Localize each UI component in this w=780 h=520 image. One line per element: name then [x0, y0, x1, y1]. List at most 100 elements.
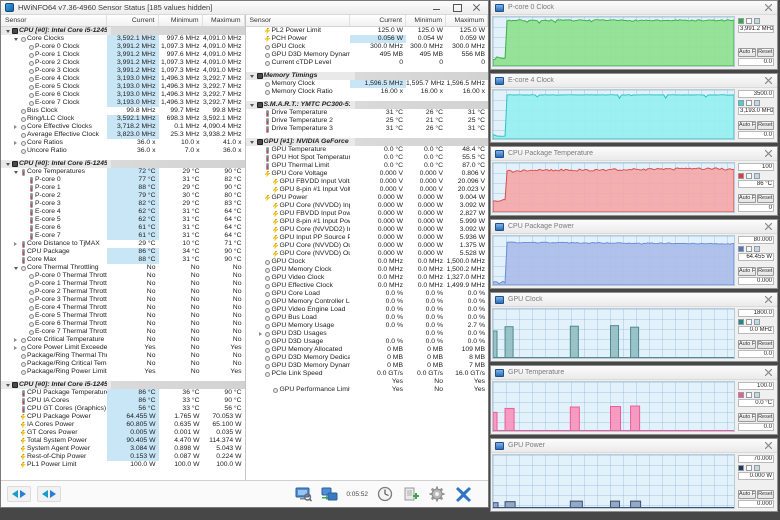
sensor-row[interactable]: IA Cores Power60.805 W0.635 W65.100 W — [1, 421, 245, 429]
sensor-row[interactable]: E-core 761 °C31 °C64 °C — [1, 232, 245, 240]
close-icon[interactable] — [763, 295, 773, 305]
sensor-row[interactable]: CPU Package Temperature86 °C36 °C90 °C — [1, 389, 245, 397]
y-max-input[interactable]: 100.0 — [738, 382, 774, 390]
col-current[interactable]: Current — [107, 15, 159, 26]
sensor-row[interactable]: Total System Power90.405 W4.470 W114.374… — [1, 437, 245, 445]
sensor-row[interactable]: CPU Package86 °C34 °C90 °C — [1, 248, 245, 256]
system-summary-button[interactable] — [294, 486, 312, 502]
sensor-row[interactable]: Core Effective Clocks3,718.2 MHz0.1 MHz4… — [1, 123, 245, 131]
sensor-row[interactable]: GPU Core Voltage0.000 V0.000 V0.806 V — [246, 170, 489, 178]
series-color-swatch[interactable] — [738, 465, 744, 471]
col-maximum[interactable]: Maximum — [203, 15, 245, 26]
col-maximum[interactable]: Maximum — [446, 15, 488, 26]
sensor-row[interactable]: GT Cores Power0.005 W0.001 W0.035 W — [1, 429, 245, 437]
sensor-group-row[interactable]: GPU [#1]: NVIDIA GeForce RTX 3050 Lapt..… — [246, 138, 489, 146]
y-min-input[interactable]: 0.000 — [738, 500, 774, 508]
graph-title-bar[interactable]: E-core 4 Clock — [491, 74, 777, 88]
sensor-group-row[interactable]: CPU [#0]: Intel Core i5-12450H — [1, 27, 245, 35]
minimize-icon[interactable] — [431, 3, 442, 12]
sensor-group-row[interactable]: CPU [#0]: Intel Core i5-12450H: DTS — [1, 160, 245, 168]
column-header-left[interactable]: Sensor Current Minimum Maximum — [1, 15, 245, 27]
sensor-row[interactable]: E-core 5 Thermal ThrottlingNoNoNo — [1, 312, 245, 320]
sensor-row[interactable]: GPU D3D Memory Dynamic495 MB495 MB556 MB — [246, 51, 489, 59]
chevron-down-icon[interactable] — [4, 163, 11, 166]
sensor-row[interactable]: GPU FBVDD Input Power0.000 W0.000 W2.827… — [246, 210, 489, 218]
close-icon[interactable] — [763, 76, 773, 86]
logging-report-button[interactable] — [402, 486, 420, 502]
y-max-input[interactable]: 1800.0 — [738, 309, 774, 317]
sensor-row[interactable]: GPU 8-pin #1 Input Power0.000 W0.000 W5.… — [246, 218, 489, 226]
sensor-row[interactable]: GPU Memory Controller Load0.0 %0.0 %0.0 … — [246, 298, 489, 306]
chevron-right-icon[interactable] — [257, 332, 264, 336]
chevron-down-icon[interactable] — [12, 267, 19, 270]
reset-button[interactable]: Reset — [757, 490, 775, 499]
sensor-row[interactable]: CPU IA Cores86 °C33 °C90 °C — [1, 397, 245, 405]
sensor-row[interactable]: PCH Power0.056 W0.054 W0.059 W — [246, 35, 489, 43]
sensor-row[interactable]: P-core 2 Clock3,991.2 MHz1,097.3 MHz4,09… — [1, 59, 245, 67]
reset-button[interactable]: Reset — [757, 48, 775, 57]
sensor-row[interactable]: E-core 6 Thermal ThrottlingNoNoNo — [1, 320, 245, 328]
sensor-row[interactable]: GPU Video Engine Load0.0 %0.0 %0.0 % — [246, 306, 489, 314]
sensor-row[interactable]: Core Thermal ThrottlingNoNoNo — [1, 264, 245, 272]
auto-fit-button[interactable]: Auto Fit — [738, 490, 756, 499]
close-icon[interactable] — [763, 441, 773, 451]
graph-title-bar[interactable]: GPU Clock — [491, 293, 777, 307]
chevron-right-icon[interactable] — [12, 141, 19, 145]
sensor-row[interactable]: CPU Package Power64.455 W1.765 W70.053 W — [1, 413, 245, 421]
sensor-row[interactable]: Package/Ring Critical TemperatureNoNoNo — [1, 360, 245, 368]
sensor-row[interactable]: GPU Temperature0.0 °C0.0 °C48.4 °C — [246, 146, 489, 154]
sensor-row[interactable]: P-core 2 Thermal ThrottlingNoNoNo — [1, 288, 245, 296]
sensor-row[interactable]: Core Temperatures72 °C29 °C90 °C — [1, 168, 245, 176]
sensor-row[interactable]: E-core 5 Clock3,193.0 MHz1,496.3 MHz3,29… — [1, 83, 245, 91]
chevron-down-icon[interactable] — [249, 75, 256, 78]
sensor-row[interactable]: E-core 4 Clock3,193.0 MHz1,496.3 MHz3,29… — [1, 75, 245, 83]
y-max-input[interactable]: 3500.0 — [738, 90, 774, 98]
grid-color-swatch[interactable] — [754, 18, 760, 24]
sensor-row[interactable]: Drive Temperature 225 °C21 °C25 °C — [246, 117, 489, 125]
close-icon[interactable] — [471, 3, 482, 12]
column-header-right[interactable]: Sensor Current Minimum Maximum — [246, 15, 489, 27]
sensor-row[interactable]: P-core 382 °C29 °C83 °C — [1, 200, 245, 208]
sensor-row[interactable]: E-core 562 °C31 °C64 °C — [1, 216, 245, 224]
auto-fit-button[interactable]: Auto Fit — [738, 121, 756, 130]
sensor-row[interactable]: Bus Clock99.8 MHz99.7 MHz99.8 MHz — [1, 107, 245, 115]
auto-fit-button[interactable]: Auto Fit — [738, 194, 756, 203]
chevron-down-icon[interactable] — [12, 171, 19, 174]
sensor-row[interactable]: System Agent Power3.084 W0.898 W5.043 W — [1, 445, 245, 453]
y-min-input[interactable]: 0.0 — [738, 350, 774, 358]
grid-color-swatch[interactable] — [754, 319, 760, 325]
sensor-row[interactable]: E-core 7 Thermal ThrottlingNoNoNo — [1, 328, 245, 336]
series-color-swatch[interactable] — [738, 100, 744, 106]
sensor-row[interactable]: GPU Memory Allocated0 MB0 MB109 MB — [246, 346, 489, 354]
y-max-input[interactable]: 80.000 — [738, 236, 774, 244]
sensor-row[interactable]: P-core 1 Clock3,991.2 MHz997.6 MHz4,091.… — [1, 51, 245, 59]
grid-color-swatch[interactable] — [754, 465, 760, 471]
sensor-row[interactable]: Average Effective Clock3,823.0 MHz25.3 M… — [1, 131, 245, 139]
sensor-row[interactable]: Core Power Limit ExceededYesNoYes — [1, 344, 245, 352]
sensor-row[interactable]: GPU Core (NVVDD) Output Power0.000 W0.00… — [246, 250, 489, 258]
chevron-right-icon[interactable] — [12, 242, 19, 246]
y-min-input[interactable]: 0.000 — [738, 277, 774, 285]
sensor-row[interactable]: PCIe Link Speed0.0 GT/s0.0 GT/s16.0 GT/s — [246, 370, 489, 378]
settings-gear-icon[interactable] — [428, 486, 446, 502]
reset-button[interactable]: Reset — [757, 267, 775, 276]
sensor-row[interactable]: GPU Core (NVVDD) Output Power0.000 W0.00… — [246, 242, 489, 250]
exit-icon[interactable] — [454, 486, 472, 502]
sensor-row[interactable]: GPU Effective Clock0.0 MHz0.0 MHz1,499.9… — [246, 282, 489, 290]
y-max-input[interactable]: 100 — [738, 163, 774, 171]
chevron-down-icon[interactable] — [12, 38, 19, 41]
background-color-swatch[interactable] — [746, 100, 752, 106]
sensor-row[interactable]: GPU Clock300.0 MHz300.0 MHz300.0 MHz — [246, 43, 489, 51]
grid-color-swatch[interactable] — [754, 173, 760, 179]
close-icon[interactable] — [763, 149, 773, 159]
sensor-row[interactable]: Drive Temperature 331 °C26 °C31 °C — [246, 125, 489, 133]
sensor-row[interactable]: P-core 3 Clock3,991.2 MHz1,097.3 MHz4,09… — [1, 67, 245, 75]
series-color-swatch[interactable] — [738, 319, 744, 325]
sensor-row[interactable]: GPU Power0.000 W0.000 W9.004 W — [246, 194, 489, 202]
sensor-row[interactable]: GPU Hot Spot Temperature0.0 °C0.0 °C55.5… — [246, 154, 489, 162]
sensor-row[interactable]: Core Distance to TjMAX29 °C10 °C71 °C — [1, 240, 245, 248]
background-color-swatch[interactable] — [746, 18, 752, 24]
sensor-row[interactable]: Memory Clock1,596.5 MHz1,595.7 MHz1,596.… — [246, 80, 489, 88]
chevron-right-icon[interactable] — [12, 338, 19, 342]
background-color-swatch[interactable] — [746, 465, 752, 471]
